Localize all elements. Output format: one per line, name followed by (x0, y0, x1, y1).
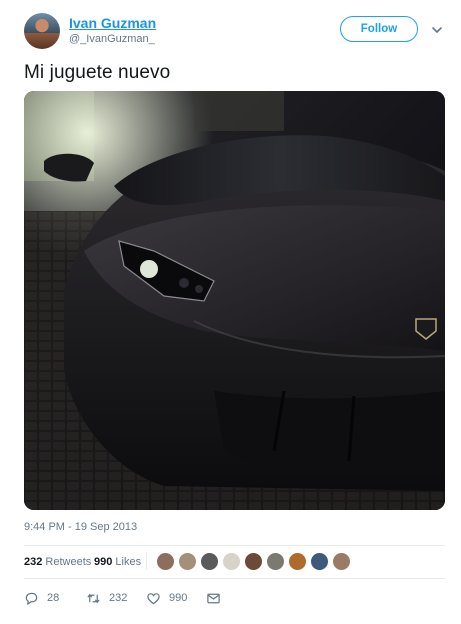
liker-avatar[interactable] (310, 552, 329, 571)
reply-icon (25, 592, 38, 605)
liker-avatar[interactable] (222, 552, 241, 571)
tweet-stats: 232 Retweets 990 Likes (24, 552, 445, 572)
like-count: 990 (169, 592, 188, 604)
user-handle[interactable]: @_IvanGuzman_ (69, 33, 155, 45)
envelope-icon (207, 593, 220, 603)
avatar[interactable] (24, 13, 60, 49)
likes-label: Likes (115, 556, 142, 568)
divider (24, 578, 445, 579)
tweet-header: Ivan Guzman @_IvanGuzman_ Follow (24, 13, 449, 51)
tweet-text: Mi juguete nuevo (24, 62, 171, 83)
retweets-count: 232 (24, 556, 43, 568)
liker-avatar[interactable] (200, 552, 219, 571)
liker-avatar[interactable] (244, 552, 263, 571)
retweet-icon (87, 593, 100, 603)
retweet-count: 232 (109, 592, 128, 604)
divider (24, 545, 445, 546)
likes-count: 990 (94, 556, 113, 568)
heart-icon (147, 592, 160, 604)
liker-avatar[interactable] (178, 552, 197, 571)
chevron-down-icon[interactable] (430, 23, 444, 37)
tweet-actions: 28 232 990 (24, 589, 445, 607)
stats-separator (146, 552, 147, 570)
likes-stat[interactable]: 990 Likes (94, 556, 141, 568)
liker-avatar[interactable] (266, 552, 285, 571)
car-photo-image (24, 91, 445, 510)
retweet-button[interactable]: 232 (86, 589, 127, 607)
follow-button[interactable]: Follow (340, 16, 418, 42)
tweet-photo[interactable] (24, 91, 445, 510)
liker-avatar[interactable] (288, 552, 307, 571)
retweets-label: Retweets (45, 556, 92, 568)
reply-count: 28 (47, 592, 60, 604)
retweets-stat[interactable]: 232 Retweets (24, 556, 91, 568)
direct-message-button[interactable] (206, 589, 221, 607)
user-name[interactable]: Ivan Guzman (69, 15, 156, 31)
liker-avatar[interactable] (332, 552, 351, 571)
reply-button[interactable]: 28 (24, 589, 59, 607)
tweet-timestamp[interactable]: 9:44 PM - 19 Sep 2013 (24, 521, 137, 533)
like-button[interactable]: 990 (146, 589, 187, 607)
liker-avatar[interactable] (156, 552, 175, 571)
